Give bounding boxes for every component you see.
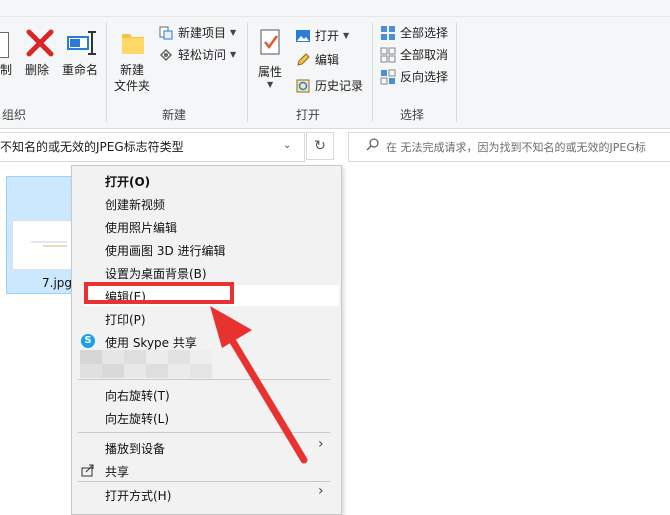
easy-access-label: 轻松访问 [178,48,227,62]
properties-icon [260,29,280,55]
ribbon-separator [247,22,248,122]
easy-access-button[interactable]: 轻松访问 ▼ [158,45,236,65]
ribbon-separator [106,22,107,122]
folder-icon [122,34,144,54]
new-folder-button[interactable]: 新建 文件夹 [112,26,154,96]
select-all-button[interactable]: 全部选择 [380,23,448,43]
open-button[interactable]: 打开 ▼ [295,26,349,46]
chevron-down-icon: ▼ [343,31,350,40]
ribbon-separator [372,22,373,122]
ribbon-separator [456,22,457,122]
edit-button[interactable]: 编辑 [295,50,339,70]
invert-selection-button[interactable]: 反向选择 [380,67,448,87]
select-none-button[interactable]: 全部取消 [380,45,448,65]
menu-item-rotate-left[interactable]: 向左旋转(L) [105,410,169,427]
delete-label: 删除 [25,63,50,77]
copy-icon [0,32,9,58]
file-name: 7.jpg [42,276,73,290]
edit-label: 编辑 [315,53,340,67]
menu-item-cast-to-device[interactable]: 播放到设备 [105,440,165,457]
image-open-icon [295,28,311,44]
group-label-select: 选择 [400,108,425,122]
file-thumbnail [12,220,76,270]
new-item-button[interactable]: 新建项目 ▼ [158,23,236,43]
group-label-organize: 组织 [2,108,27,122]
address-path[interactable]: 不知名的或无效的JPEG标志符类型 [0,138,184,155]
rename-button[interactable]: 重命名 [60,26,100,86]
menu-item-open[interactable]: 打开(O) [105,173,150,190]
search-input[interactable]: 在 无法完成请求，因为找到不知名的或无效的JPEG标 [386,139,646,155]
share-icon [80,462,96,481]
properties-button[interactable]: 属性 ▼ [254,26,288,89]
chevron-right-icon: › [318,483,324,499]
new-folder-label-2: 文件夹 [114,79,151,93]
menu-item-set-wallpaper[interactable]: 设置为桌面背景(B) [105,265,207,282]
menu-item-skype-share[interactable]: 使用 Skype 共享 [105,334,197,351]
new-item-icon [158,25,174,41]
chevron-down-icon: ▼ [230,28,237,37]
history-label: 历史记录 [315,79,364,93]
menu-item-share[interactable]: 共享 [105,463,129,480]
copy-button-label[interactable]: 制 [0,62,12,78]
rename-label: 重命名 [62,63,99,77]
invert-selection-label: 反向选择 [400,70,449,84]
menu-item-photos-edit[interactable]: 使用照片编辑 [105,219,177,236]
menu-item-paint3d-edit[interactable]: 使用画图 3D 进行编辑 [105,242,226,259]
search-icon [366,137,380,154]
edit-pencil-icon [295,52,311,68]
skype-icon: S [81,334,95,348]
delete-button[interactable]: 删除 [22,26,58,86]
menu-item-print[interactable]: 打印(P) [105,311,146,328]
new-folder-label-1: 新建 [120,63,145,77]
menu-item-create-video[interactable]: 创建新视频 [105,196,165,213]
history-button[interactable]: 历史记录 [295,76,363,96]
annotation-arrow-icon [210,306,308,464]
address-dropdown-icon[interactable]: ⌄ [283,140,291,151]
open-label: 打开 [315,29,340,43]
menu-separator [78,481,330,482]
new-item-label: 新建项目 [178,26,227,40]
ribbon-divider [0,16,670,17]
select-all-label: 全部选择 [400,26,449,40]
invert-selection-icon [380,69,396,85]
menu-item-rotate-right[interactable]: 向右旋转(T) [105,387,170,404]
chevron-down-icon: ▼ [267,80,274,89]
select-none-icon [380,47,396,63]
select-all-icon [380,25,396,41]
delete-x-icon [26,29,54,57]
select-none-label: 全部取消 [400,48,449,62]
chevron-down-icon: ▼ [230,50,237,59]
easy-access-icon [158,47,174,63]
history-icon [295,78,311,94]
refresh-icon[interactable]: ↻ [306,132,334,160]
properties-label: 属性 [258,65,283,79]
group-label-open: 打开 [296,108,321,122]
group-label-new: 新建 [162,108,187,122]
menu-item-open-with[interactable]: 打开方式(H) [105,487,171,504]
rename-icon [67,31,96,55]
